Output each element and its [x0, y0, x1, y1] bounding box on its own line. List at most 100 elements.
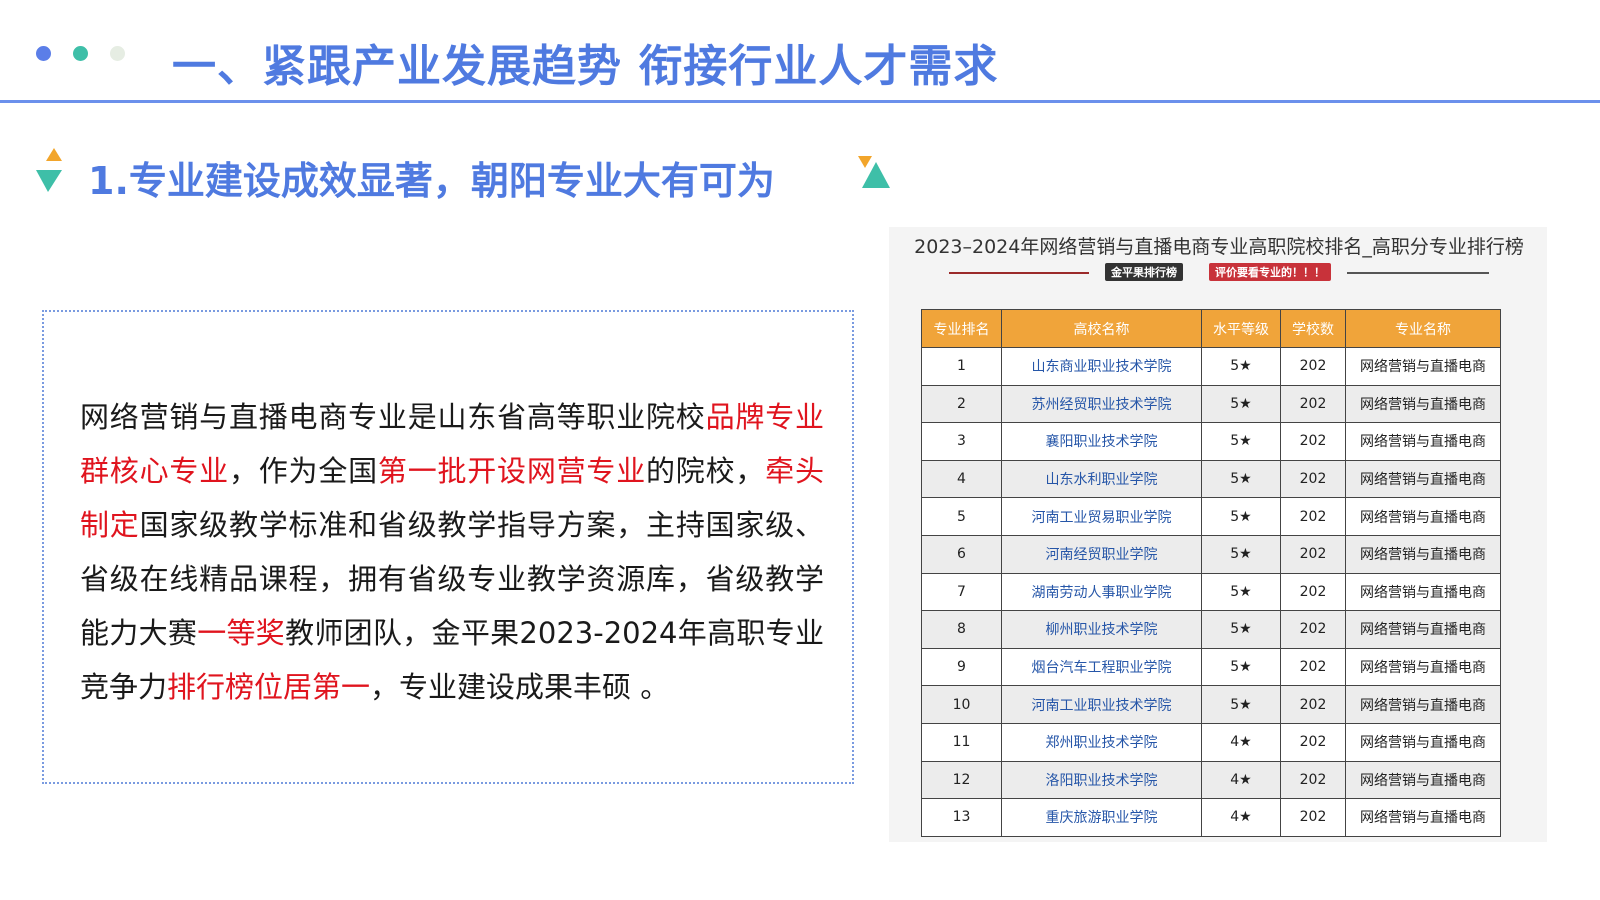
table-cell: 网络营销与直播电商 [1345, 422, 1501, 461]
table-cell: 网络营销与直播电商 [1345, 534, 1501, 574]
table-cell: 2 [921, 384, 1002, 424]
table-cell: 网络营销与直播电商 [1345, 459, 1501, 499]
section-subtitle: 1.专业建设成效显著，朝阳专业大有可为 [88, 159, 775, 203]
table-cell: 5 [921, 497, 1002, 536]
table-cell: 13 [921, 798, 1002, 837]
table-row: 2 苏州经贸职业技术学院 5★ 202 网络营销与直播电商 [921, 384, 1501, 424]
table-cell: 柳州职业技术学院 [1001, 610, 1202, 649]
table-cell: 7 [921, 572, 1002, 612]
column-header: 学校数 [1280, 309, 1346, 348]
table-cell: 3 [921, 422, 1002, 461]
table-cell: 6 [921, 534, 1002, 574]
table-cell: 5★ [1201, 534, 1281, 574]
table-cell: 5★ [1201, 497, 1281, 536]
table-row: 7 湖南劳动人事职业学院 5★ 202 网络营销与直播电商 [921, 572, 1501, 612]
table-row: 3 襄阳职业技术学院 5★ 202 网络营销与直播电商 [921, 422, 1501, 461]
slide-title: 一、紧跟产业发展趋势 衔接行业人才需求 [172, 41, 999, 92]
table-cell: 网络营销与直播电商 [1345, 610, 1501, 649]
table-cell: 10 [921, 685, 1002, 724]
table-cell: 襄阳职业技术学院 [1001, 422, 1202, 461]
table-cell: 5★ [1201, 347, 1281, 386]
table-cell: 4★ [1201, 798, 1281, 837]
description-box: 网络营销与直播电商专业是山东省高等职业院校品牌专业群核心专业，作为全国第一批开设… [42, 310, 854, 784]
body-text: ，专业建设成果丰硕 。 [370, 670, 670, 704]
decorative-line [949, 272, 1089, 274]
table-cell: 202 [1280, 384, 1346, 424]
table-cell: 网络营销与直播电商 [1345, 497, 1501, 536]
table-cell: 5★ [1201, 572, 1281, 612]
description-paragraph: 网络营销与直播电商专业是山东省高等职业院校品牌专业群核心专业，作为全国第一批开设… [80, 390, 824, 714]
table-cell: 网络营销与直播电商 [1345, 572, 1501, 612]
table-header-row: 专业排名 高校名称 水平等级 学校数 专业名称 [921, 309, 1501, 348]
table-cell: 网络营销与直播电商 [1345, 722, 1501, 762]
table-cell: 202 [1280, 422, 1346, 461]
table-cell: 烟台汽车工程职业学院 [1001, 647, 1202, 687]
table-row: 13 重庆旅游职业学院 4★ 202 网络营销与直播电商 [921, 798, 1501, 837]
table-cell: 5★ [1201, 685, 1281, 724]
table-cell: 202 [1280, 572, 1346, 612]
table-cell: 8 [921, 610, 1002, 649]
table-row: 1 山东商业职业技术学院 5★ 202 网络营销与直播电商 [921, 347, 1501, 386]
table-cell: 洛阳职业技术学院 [1001, 760, 1202, 800]
table-cell: 11 [921, 722, 1002, 762]
table-row: 9 烟台汽车工程职业学院 5★ 202 网络营销与直播电商 [921, 647, 1501, 687]
table-cell: 202 [1280, 722, 1346, 762]
column-header: 专业排名 [921, 309, 1002, 348]
column-header: 水平等级 [1201, 309, 1281, 348]
table-cell: 202 [1280, 760, 1346, 800]
table-cell: 河南经贸职业学院 [1001, 534, 1202, 574]
table-cell: 202 [1280, 459, 1346, 499]
table-cell: 苏州经贸职业技术学院 [1001, 384, 1202, 424]
table-row: 11 郑州职业技术学院 4★ 202 网络营销与直播电商 [921, 722, 1501, 762]
body-text: 网络营销与直播电商专业是山东省高等职业院校 [80, 400, 706, 434]
body-text: 的院校， [646, 454, 766, 488]
table-cell: 5★ [1201, 459, 1281, 499]
table-cell: 5★ [1201, 384, 1281, 424]
table-row: 12 洛阳职业技术学院 4★ 202 网络营销与直播电商 [921, 760, 1501, 800]
table-cell: 网络营销与直播电商 [1345, 384, 1501, 424]
table-cell: 4 [921, 459, 1002, 499]
ranking-table: 专业排名 高校名称 水平等级 学校数 专业名称 1 山东商业职业技术学院 5★ 202 网络营销… [921, 309, 1501, 837]
table-cell: 网络营销与直播电商 [1345, 347, 1501, 386]
table-cell: 山东商业职业技术学院 [1001, 347, 1202, 386]
table-cell: 4★ [1201, 760, 1281, 800]
triangle-decoration-icon [858, 156, 890, 188]
highlight-text: 第一批开设网营专业 [377, 454, 647, 488]
table-cell: 4★ [1201, 722, 1281, 762]
table-cell: 网络营销与直播电商 [1345, 685, 1501, 724]
table-cell: 河南工业贸易职业学院 [1001, 497, 1202, 536]
table-cell: 重庆旅游职业学院 [1001, 798, 1202, 837]
highlight-text: 一等奖 [197, 616, 286, 650]
table-cell: 山东水利职业学院 [1001, 459, 1202, 499]
table-cell: 5★ [1201, 610, 1281, 649]
table-cell: 202 [1280, 610, 1346, 649]
table-cell: 5★ [1201, 647, 1281, 687]
table-cell: 12 [921, 760, 1002, 800]
decorative-line [1347, 272, 1489, 274]
table-cell: 郑州职业技术学院 [1001, 722, 1202, 762]
table-row: 10 河南工业职业技术学院 5★ 202 网络营销与直播电商 [921, 685, 1501, 724]
table-cell: 202 [1280, 798, 1346, 837]
teal-dot-icon [73, 46, 88, 61]
table-cell: 202 [1280, 497, 1346, 536]
ranking-image: 2023–2024年网络营销与直播电商专业高职院校排名_高职分专业排行榜 金平果… [889, 227, 1547, 842]
table-row: 4 山东水利职业学院 5★ 202 网络营销与直播电商 [921, 459, 1501, 499]
table-cell: 202 [1280, 347, 1346, 386]
table-cell: 网络营销与直播电商 [1345, 647, 1501, 687]
body-text: ，作为全国 [228, 454, 378, 488]
table-row: 6 河南经贸职业学院 5★ 202 网络营销与直播电商 [921, 534, 1501, 574]
table-cell: 网络营销与直播电商 [1345, 760, 1501, 800]
triangle-decoration-icon [36, 148, 62, 192]
table-cell: 202 [1280, 647, 1346, 687]
ranking-badge: 金平果排行榜 [1105, 263, 1183, 281]
header-divider [0, 100, 1600, 103]
table-cell: 网络营销与直播电商 [1345, 798, 1501, 837]
highlight-text: 排行榜位居第一 [167, 670, 371, 704]
table-cell: 202 [1280, 685, 1346, 724]
table-cell: 202 [1280, 534, 1346, 574]
ranking-title: 2023–2024年网络营销与直播电商专业高职院校排名_高职分专业排行榜 [914, 236, 1524, 258]
blue-dot-icon [36, 46, 51, 61]
table-cell: 5★ [1201, 422, 1281, 461]
header-dots [36, 46, 125, 61]
table-cell: 湖南劳动人事职业学院 [1001, 572, 1202, 612]
